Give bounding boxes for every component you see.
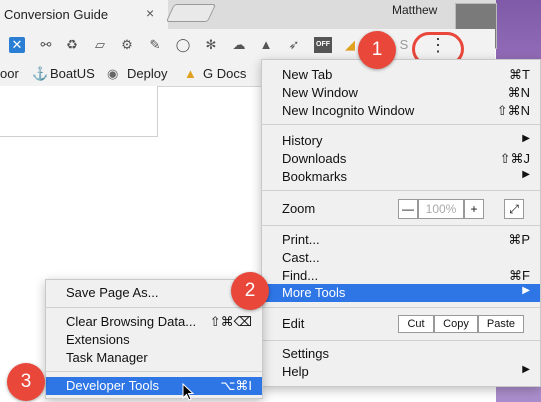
copy-button[interactable]: Copy (434, 315, 478, 333)
mouse-cursor-icon (182, 383, 194, 401)
menu-item-shortcut: ⌘N (507, 85, 530, 100)
menu-item-label: Cast... (282, 250, 320, 265)
menu-item-cast[interactable]: Cast... (262, 249, 540, 267)
tab-title: Conversion Guide (4, 7, 109, 22)
zoom-level: 100% (418, 199, 464, 219)
menu-item-label: History (282, 133, 323, 148)
page-content-box (0, 86, 158, 137)
ticket-icon[interactable]: ▱ (92, 37, 108, 53)
menu-item-shortcut: ⇧⌘⌫ (209, 314, 252, 329)
triangle-icon[interactable]: ◢ (342, 37, 358, 53)
menu-item-zoom: Zoom — 100% + ⤢ (262, 197, 540, 221)
menu-item-shortcut: ⌥⌘I (220, 378, 252, 393)
menu-item-help[interactable]: Help ▶ (262, 363, 540, 381)
submenu-arrow-icon: ▶ (522, 285, 530, 296)
menu-item-label: New Window (282, 85, 358, 100)
menu-item-label: Settings (282, 346, 329, 361)
menu-item-developer-tools[interactable]: Developer Tools ⌥⌘I (46, 377, 262, 395)
new-tab-button[interactable] (165, 4, 217, 22)
rocket-icon[interactable]: ➶ (286, 37, 302, 53)
menu-item-shortcut: ⇧⌘J (499, 151, 530, 166)
menu-separator (262, 307, 540, 308)
link-icon[interactable]: ⚯ (38, 37, 54, 53)
bookmark-g-docs[interactable]: G Docs (203, 66, 246, 81)
menu-item-label: Extensions (66, 332, 130, 347)
recycle-icon[interactable]: ♻ (64, 37, 80, 53)
menu-item-label: Developer Tools (66, 378, 159, 393)
menu-item-label: More Tools (282, 285, 346, 300)
menu-item-downloads[interactable]: Downloads ⇧⌘J (262, 150, 540, 168)
submenu-arrow-icon: ▶ (522, 133, 530, 144)
menu-item-label: New Incognito Window (282, 103, 415, 118)
submenu-arrow-icon: ▶ (522, 169, 530, 180)
menu-separator (262, 225, 540, 226)
deploy-icon: ◉ (107, 66, 119, 81)
bookmark-deploy[interactable]: Deploy (127, 66, 167, 81)
drive-icon: ▲ (184, 66, 197, 81)
chrome-main-menu: New Tab ⌘T New Window ⌘N New Incognito W… (261, 59, 541, 387)
menu-item-label: Bookmarks (282, 169, 348, 184)
menu-item-save-page-as[interactable]: Save Page As... (46, 284, 262, 302)
menu-item-label: Zoom (282, 201, 316, 216)
fullscreen-icon[interactable]: ⤢ (504, 199, 524, 219)
menu-item-clear-browsing-data[interactable]: Clear Browsing Data... ⇧⌘⌫ (46, 313, 262, 331)
bookmark-boatus[interactable]: BoatUS (50, 66, 95, 81)
menu-separator (46, 307, 262, 308)
menu-item-new-window[interactable]: New Window ⌘N (262, 84, 540, 102)
menu-item-bookmarks[interactable]: Bookmarks ▶ (262, 168, 540, 186)
menu-separator (46, 371, 262, 372)
menu-item-edit: Edit Cut Copy Paste (262, 313, 540, 335)
pen-icon[interactable]: ✎ (147, 37, 163, 53)
snowflake-icon[interactable]: ✻ (203, 37, 219, 53)
menu-item-history[interactable]: History ▶ (262, 132, 540, 150)
menu-item-label: Print... (282, 232, 320, 247)
menu-separator (262, 340, 540, 341)
menu-item-more-tools[interactable]: More Tools ▶ (262, 284, 540, 302)
menu-item-new-incognito-window[interactable]: New Incognito Window ⇧⌘N (262, 102, 540, 120)
zoom-out-button[interactable]: — (398, 199, 418, 219)
cloud-icon[interactable]: ☁ (231, 37, 247, 53)
menu-item-label: Find... (282, 268, 319, 283)
menu-item-shortcut: ⇧⌘N (496, 103, 530, 118)
step-badge-3: 3 (7, 363, 45, 401)
menu-item-shortcut: ⌘P (508, 232, 530, 247)
step-badge-1: 1 (358, 31, 396, 69)
menu-item-label: Clear Browsing Data... (66, 314, 197, 329)
gear-icon[interactable]: ⚙ (119, 37, 135, 53)
menu-separator (262, 190, 540, 191)
menu-item-new-tab[interactable]: New Tab ⌘T (262, 66, 540, 84)
bookmark-item[interactable]: oor (0, 66, 19, 81)
off-badge-icon[interactable]: OFF (314, 37, 332, 53)
paste-button[interactable]: Paste (478, 315, 524, 333)
s-icon[interactable]: S (396, 37, 412, 53)
menu-item-shortcut: ⌘F (509, 268, 530, 283)
drive-icon[interactable]: ▲ (258, 37, 274, 53)
menu-item-label: Task Manager (66, 350, 148, 365)
profile-name[interactable]: Matthew (392, 3, 437, 17)
tab-close-icon[interactable]: × (146, 5, 154, 21)
tab-conversion-guide[interactable]: Conversion Guide × (0, 0, 168, 29)
menu-item-label: New Tab (282, 67, 333, 82)
cut-button[interactable]: Cut (398, 315, 434, 333)
menu-item-label: Save Page As... (66, 285, 159, 300)
menu-item-label: Help (282, 364, 309, 379)
x-logo-icon[interactable]: ✕ (9, 37, 25, 53)
menu-item-label: Downloads (282, 151, 347, 166)
menu-item-label: Edit (282, 316, 305, 331)
menu-item-find[interactable]: Find... ⌘F (262, 267, 540, 285)
step-badge-2: 2 (231, 272, 269, 310)
menu-item-settings[interactable]: Settings (262, 345, 540, 363)
menu-item-extensions[interactable]: Extensions (46, 331, 262, 349)
menu-item-task-manager[interactable]: Task Manager (46, 349, 262, 367)
menu-item-shortcut: ⌘T (509, 67, 530, 82)
menu-separator (262, 124, 540, 125)
zoom-in-button[interactable]: + (464, 199, 484, 219)
submenu-arrow-icon: ▶ (522, 364, 530, 375)
menu-item-print[interactable]: Print... ⌘P (262, 231, 540, 249)
boat-icon: ⚓ (32, 66, 49, 81)
circle-icon[interactable]: ◯ (175, 37, 191, 53)
more-tools-submenu: Save Page As... Clear Browsing Data... ⇧… (45, 279, 263, 399)
